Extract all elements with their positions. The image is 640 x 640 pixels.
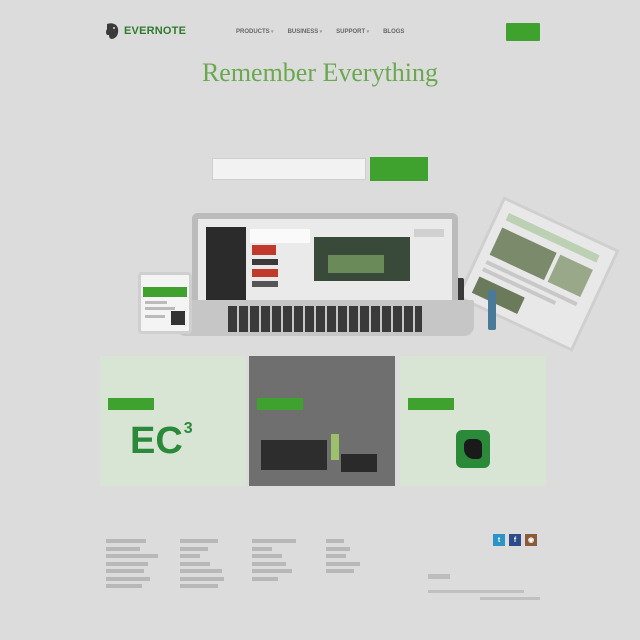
- elephant-logo-icon: [106, 23, 119, 39]
- evernote-elephant-icon: [456, 430, 490, 468]
- instagram-icon[interactable]: ◉: [525, 534, 537, 546]
- footer-link[interactable]: [180, 554, 200, 558]
- language-selector[interactable]: [428, 574, 450, 579]
- ec3-logo-text: EC: [130, 420, 183, 462]
- logo[interactable]: EVERNOTE: [104, 22, 186, 40]
- footer-link[interactable]: [106, 584, 142, 588]
- plant-image: [331, 434, 339, 460]
- promo-card-award[interactable]: [400, 356, 546, 486]
- nav-blogs[interactable]: BLOGS: [383, 29, 404, 35]
- footer-link[interactable]: [326, 569, 354, 573]
- ec3-logo: EC 3: [130, 420, 193, 463]
- promo-card-market[interactable]: [249, 356, 395, 486]
- legal-text-line: [480, 597, 540, 600]
- social-links: t f ◉: [493, 534, 537, 546]
- footer-link[interactable]: [180, 569, 222, 573]
- footer-link[interactable]: [106, 576, 150, 581]
- footer-link[interactable]: [106, 561, 148, 566]
- footer-link[interactable]: [106, 539, 146, 543]
- footer-link[interactable]: [252, 576, 278, 581]
- laptop-screen-image: [192, 213, 458, 303]
- footer-link[interactable]: [180, 546, 208, 551]
- footer-link[interactable]: [326, 546, 350, 551]
- legal-text-line: [428, 590, 524, 593]
- hero-title: Remember Everything: [201, 58, 439, 87]
- footer-link[interactable]: [180, 576, 224, 581]
- laptop-keyboard-image: [228, 306, 422, 332]
- ec3-logo-sup: 3: [183, 420, 193, 437]
- footer-link[interactable]: [180, 584, 218, 588]
- phone-image: [138, 272, 192, 334]
- laptop-app-graphic: [206, 227, 444, 303]
- footer-link[interactable]: [106, 569, 144, 573]
- footer-link[interactable]: [106, 554, 158, 558]
- email-input[interactable]: [212, 158, 366, 180]
- nav-products[interactable]: PRODUCTS: [236, 29, 274, 35]
- hero-signup-button[interactable]: [370, 157, 428, 181]
- footer-column-4: [326, 536, 396, 577]
- footer-link[interactable]: [252, 561, 286, 566]
- header-signup-button[interactable]: [506, 23, 540, 41]
- footer-link[interactable]: [252, 554, 282, 558]
- main-nav: PRODUCTS BUSINESS SUPPORT BLOGS: [236, 29, 404, 35]
- footer-link[interactable]: [180, 561, 210, 566]
- footer-link[interactable]: [106, 546, 140, 551]
- scanner-product-image: [341, 454, 377, 472]
- phone-screen-graphic: [143, 287, 187, 325]
- footer-link[interactable]: [252, 546, 272, 551]
- pen-image: [488, 290, 496, 330]
- card-button[interactable]: [408, 398, 454, 410]
- promo-card-conference[interactable]: EC 3: [100, 356, 246, 486]
- card-button[interactable]: [108, 398, 154, 410]
- footer-link[interactable]: [252, 569, 292, 573]
- footer-column-3: [252, 536, 322, 584]
- footer-link[interactable]: [326, 561, 360, 566]
- logo-text: EVERNOTE: [124, 25, 187, 37]
- tablet-image: [456, 196, 620, 352]
- footer-legal: [428, 590, 540, 604]
- nav-business[interactable]: BUSINESS: [288, 29, 323, 35]
- footer-link[interactable]: [252, 539, 296, 543]
- desk-product-image: [261, 440, 327, 470]
- twitter-icon[interactable]: t: [493, 534, 505, 546]
- footer-column-2: [180, 536, 250, 592]
- card-button[interactable]: [257, 398, 303, 410]
- nav-support[interactable]: SUPPORT: [336, 29, 369, 35]
- footer-link[interactable]: [326, 539, 344, 543]
- footer-link[interactable]: [326, 554, 346, 558]
- footer-column-1: [106, 536, 176, 592]
- facebook-icon[interactable]: f: [509, 534, 521, 546]
- tablet-screen-graphic: [471, 213, 600, 314]
- footer-link[interactable]: [180, 539, 218, 543]
